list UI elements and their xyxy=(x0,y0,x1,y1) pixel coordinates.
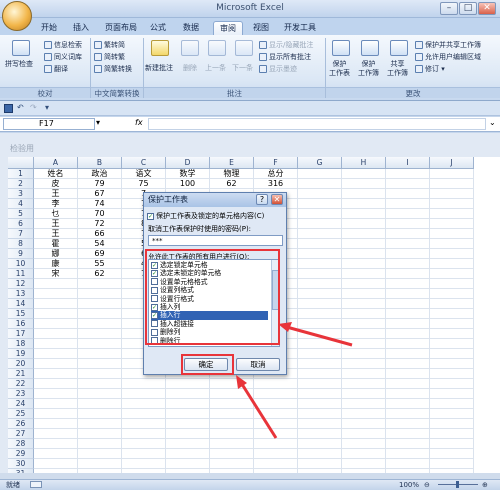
office-button[interactable] xyxy=(2,1,32,31)
arrow-to-list xyxy=(282,324,353,347)
annotation-arrows xyxy=(236,322,353,439)
zoom-in-button[interactable]: ⊕ xyxy=(482,480,488,490)
zoom-slider-thumb[interactable] xyxy=(456,481,459,488)
status-ready: 就绪 xyxy=(6,481,20,489)
arrow-to-ok xyxy=(238,380,278,439)
arrow-head-list xyxy=(278,322,292,332)
zoom-level[interactable]: 100% xyxy=(399,480,419,490)
zoom-out-button[interactable]: ⊖ xyxy=(424,480,430,490)
macro-record-icon[interactable] xyxy=(30,481,42,488)
status-bar: 就绪 100% ⊖ ⊕ xyxy=(0,479,500,490)
